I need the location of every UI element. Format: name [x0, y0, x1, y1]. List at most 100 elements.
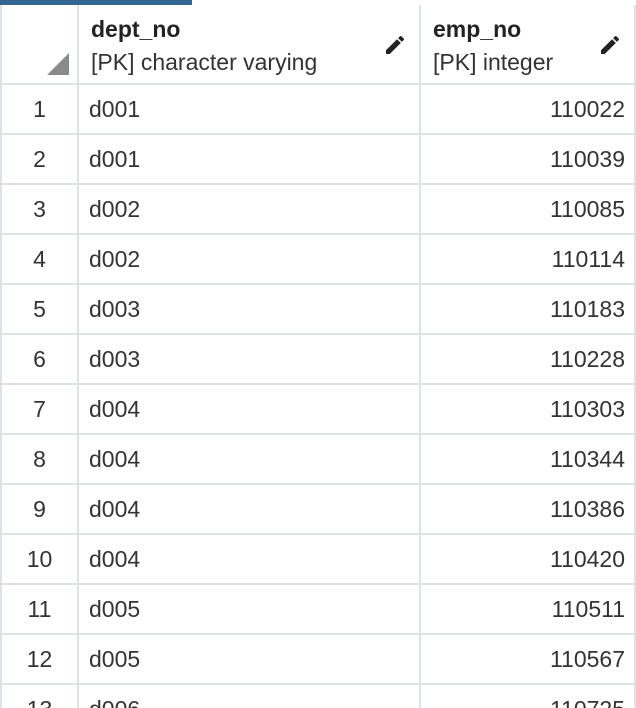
- row-number-cell[interactable]: 10: [0, 535, 79, 585]
- pencil-icon[interactable]: [598, 33, 622, 57]
- cell-emp-no-value: 110228: [549, 346, 625, 372]
- cell-dept-no[interactable]: d004: [79, 385, 421, 435]
- results-grid: dept_no [PK] character varying emp_no [P…: [0, 0, 636, 708]
- row-number: 1: [33, 96, 46, 122]
- cell-dept-no-value: d006: [79, 685, 419, 708]
- cell-dept-no-value: d004: [89, 396, 141, 422]
- cell-emp-no-value: 110420: [549, 546, 625, 572]
- cell-emp-no[interactable]: 110567: [421, 635, 636, 685]
- row-number-cell[interactable]: 9: [0, 485, 79, 535]
- cell-dept-no[interactable]: d005: [79, 635, 421, 685]
- select-all-cell[interactable]: [0, 5, 79, 85]
- column-type: [PK] character varying: [91, 49, 318, 75]
- cell-dept-no-value: d003: [89, 346, 141, 372]
- cell-dept-no-value: d001: [89, 96, 141, 122]
- cell-dept-no-value: d005: [89, 646, 141, 672]
- cell-emp-no[interactable]: 110022: [421, 85, 636, 135]
- row-number: 10: [26, 546, 53, 572]
- cell-dept-no[interactable]: d003: [79, 285, 421, 335]
- cell-dept-no[interactable]: d004: [79, 485, 421, 535]
- cell-emp-no[interactable]: 110085: [421, 185, 636, 235]
- cell-dept-no-value: d004: [89, 546, 141, 572]
- row-number-cell[interactable]: 4: [0, 235, 79, 285]
- row-number-cell[interactable]: 5: [0, 285, 79, 335]
- cell-emp-no[interactable]: 110303: [421, 385, 636, 435]
- row-number: 11: [27, 596, 52, 622]
- cell-dept-no[interactable]: d001: [79, 85, 421, 135]
- cell-emp-no[interactable]: 110511: [421, 585, 636, 635]
- table-row[interactable]: 1 d001 110022: [0, 85, 636, 135]
- table-row[interactable]: 6 d003 110228: [0, 335, 636, 385]
- column-header-emp-no[interactable]: emp_no [PK] integer: [421, 5, 636, 85]
- table-row[interactable]: 9 d004 110386: [0, 485, 636, 535]
- row-number: 8: [33, 446, 46, 472]
- cell-dept-no-value: d001: [89, 146, 141, 172]
- cell-dept-no[interactable]: d004: [79, 535, 421, 585]
- cell-emp-no-value: 110567: [549, 646, 625, 672]
- cell-dept-no[interactable]: d005: [79, 585, 421, 635]
- row-number-cell[interactable]: 11: [0, 585, 79, 635]
- cell-emp-no[interactable]: 110725: [421, 685, 636, 708]
- cell-emp-no-value: 110344: [549, 446, 625, 472]
- cell-emp-no[interactable]: 110228: [421, 335, 636, 385]
- row-number: 12: [26, 646, 53, 672]
- cell-emp-no[interactable]: 110183: [421, 285, 636, 335]
- cell-dept-no[interactable]: d004: [79, 435, 421, 485]
- cell-emp-no[interactable]: 110386: [421, 485, 636, 535]
- cell-emp-no[interactable]: 110039: [421, 135, 636, 185]
- cell-emp-no[interactable]: 110114: [421, 235, 636, 285]
- cell-dept-no[interactable]: d002: [79, 185, 421, 235]
- cell-emp-no[interactable]: 110344: [421, 435, 636, 485]
- column-type: [PK] integer: [433, 49, 554, 75]
- row-number-cell[interactable]: 12: [0, 635, 79, 685]
- cell-dept-no[interactable]: d001: [79, 135, 421, 185]
- table-row[interactable]: 12 d005 110567: [0, 635, 636, 685]
- row-number-cell[interactable]: 2: [0, 135, 79, 185]
- cell-dept-no-value: d002: [89, 246, 141, 272]
- cell-emp-no-value: 110386: [549, 496, 625, 522]
- table-row[interactable]: 10 d004 110420: [0, 535, 636, 585]
- table-row[interactable]: 5 d003 110183: [0, 285, 636, 335]
- cell-dept-no-value: d004: [89, 496, 141, 522]
- cell-emp-no[interactable]: 110420: [421, 535, 636, 585]
- cell-emp-no-value: 110725: [421, 685, 634, 708]
- cell-dept-no[interactable]: d003: [79, 335, 421, 385]
- column-name: emp_no: [433, 16, 522, 42]
- cell-emp-no-value: 110303: [549, 396, 625, 422]
- cell-emp-no-value: 110511: [551, 596, 625, 622]
- row-number-cell[interactable]: 7: [0, 385, 79, 435]
- column-name: dept_no: [91, 16, 181, 42]
- cell-dept-no[interactable]: d006: [79, 685, 421, 708]
- row-number-cell[interactable]: 6: [0, 335, 79, 385]
- cell-dept-no-value: d003: [89, 296, 141, 322]
- column-header-dept-no[interactable]: dept_no [PK] character varying: [79, 5, 421, 85]
- row-number-cell[interactable]: 8: [0, 435, 79, 485]
- cell-dept-no[interactable]: d002: [79, 235, 421, 285]
- table-row[interactable]: 11 d005 110511: [0, 585, 636, 635]
- row-number-cell[interactable]: 1: [0, 85, 79, 135]
- table-row[interactable]: 4 d002 110114: [0, 235, 636, 285]
- row-number: 2: [33, 146, 46, 172]
- row-number-cell[interactable]: 3: [0, 185, 79, 235]
- cell-emp-no-value: 110022: [549, 96, 625, 122]
- row-number: 6: [33, 346, 46, 372]
- cell-dept-no-value: d004: [89, 446, 141, 472]
- table-row[interactable]: 13d006110725: [0, 685, 636, 708]
- row-number: 7: [33, 396, 46, 422]
- table-row[interactable]: 3 d002 110085: [0, 185, 636, 235]
- table-row[interactable]: 7 d004 110303: [0, 385, 636, 435]
- row-number: 3: [33, 196, 46, 222]
- row-number: 9: [33, 496, 46, 522]
- row-number: 13: [2, 685, 77, 708]
- row-number-cell[interactable]: 13: [0, 685, 79, 708]
- grid-header-row: dept_no [PK] character varying emp_no [P…: [0, 5, 636, 85]
- pencil-icon[interactable]: [383, 33, 407, 57]
- table-row[interactable]: 2 d001 110039: [0, 135, 636, 185]
- table-row[interactable]: 8 d004 110344: [0, 435, 636, 485]
- cell-emp-no-value: 110183: [549, 296, 625, 322]
- select-all-corner-icon[interactable]: [47, 53, 69, 75]
- cell-dept-no-value: d005: [89, 596, 141, 622]
- row-number: 5: [33, 296, 46, 322]
- cell-emp-no-value: 110039: [549, 146, 625, 172]
- cell-dept-no-value: d002: [89, 196, 141, 222]
